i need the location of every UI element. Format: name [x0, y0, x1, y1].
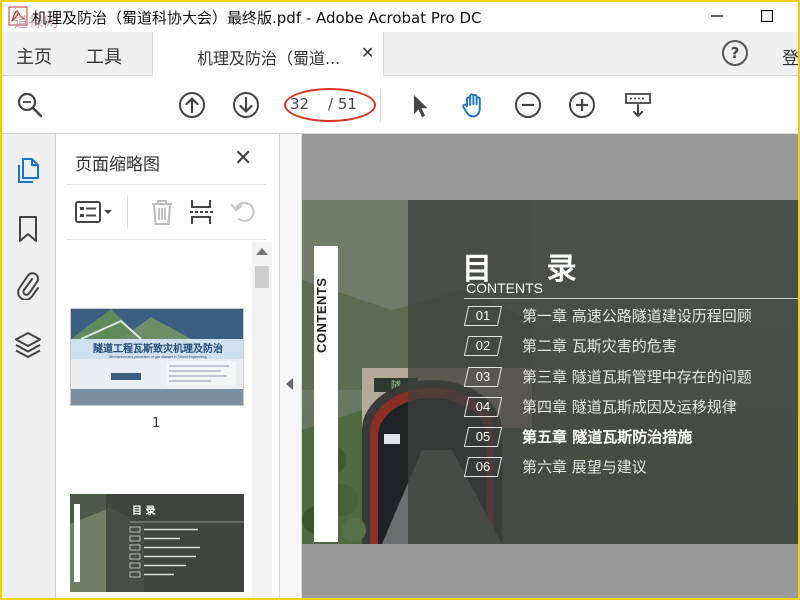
title-bar: 道禄网 机理及防治（蜀道科协大会）最终版.pdf - Adobe Acrobat… [2, 2, 798, 32]
page-thumbnails-icon[interactable] [14, 156, 42, 186]
search-icon[interactable] [16, 91, 44, 119]
page-thumbnail-1[interactable]: 隧道工程瓦斯致灾机理及防治 Mechanism and prevention o… [70, 308, 244, 406]
page-thumbnail-1-label: 1 [152, 416, 161, 431]
insert-page-icon[interactable] [188, 197, 216, 227]
toc-item: 02 第二章 瓦斯灾害的危害 [463, 334, 798, 358]
zoom-in-icon[interactable] [568, 91, 596, 119]
left-rail [2, 134, 56, 598]
toc-item: 04 第四章 隧道瓦斯成因及运移规律 [463, 395, 798, 419]
document-tab-label: 机理及防治（蜀道... [197, 49, 341, 68]
toc-number-box: 04 [463, 397, 503, 417]
toc-item-text: 第一章 高速公路隧道建设历程回顾 [522, 307, 752, 325]
thumbnail-options-icon[interactable] [74, 197, 114, 227]
document-view: 隧 CONTENTS 目 录 CONTENTS 01 第一章 高速公路隧道建设历… [302, 134, 798, 598]
close-tab-icon[interactable]: ✕ [361, 43, 374, 62]
thumbnail-scrollbar[interactable] [252, 242, 272, 598]
toc-number-box: 06 [463, 457, 503, 477]
page-2-preview: 目 录 [70, 494, 244, 592]
panel-toolbar [66, 184, 266, 240]
scroll-thumb[interactable] [255, 266, 269, 288]
page-1-title: 隧道工程瓦斯致灾机理及防治 [93, 342, 223, 355]
bookmark-icon[interactable] [14, 214, 42, 244]
home-menu[interactable]: 主页 [16, 43, 52, 69]
slide-subtitle: CONTENTS [466, 280, 543, 296]
select-cursor-icon[interactable] [406, 91, 434, 119]
page-2-title: 目 录 [132, 505, 155, 517]
zoom-out-icon[interactable] [514, 91, 542, 119]
panel-collapse-strip[interactable] [280, 134, 302, 598]
minimize-button[interactable] [702, 4, 732, 28]
hand-tool-icon[interactable] [460, 91, 488, 119]
maximize-icon [761, 10, 773, 22]
toc-number-box: 02 [463, 336, 503, 356]
toolbar: 32 / 51 [2, 76, 798, 134]
current-slide: 隧 CONTENTS 目 录 CONTENTS 01 第一章 高速公路隧道建设历… [302, 200, 798, 544]
close-panel-icon[interactable]: ✕ [234, 146, 252, 171]
rotate-icon[interactable] [230, 197, 258, 227]
toc-item: 06 第六章 展望与建议 [463, 455, 798, 479]
toc-item-text: 第四章 隧道瓦斯成因及运移规律 [522, 398, 737, 416]
sign-in-link[interactable]: 登 [782, 44, 798, 69]
toc-item-text: 第五章 隧道瓦斯防治措施 [522, 428, 693, 446]
scroll-up-arrow[interactable] [256, 248, 268, 255]
menu-bar: 主页 工具 机理及防治（蜀道... ✕ ? 登 [2, 32, 798, 76]
toc-number-box: 03 [463, 367, 503, 387]
window-title: 机理及防治（蜀道科协大会）最终版.pdf - Adobe Acrobat Pro… [32, 9, 482, 27]
document-tab[interactable]: 机理及防治（蜀道... ✕ [152, 32, 384, 76]
next-page-icon[interactable] [232, 91, 260, 119]
toc-item-text: 第二章 瓦斯灾害的危害 [522, 337, 677, 355]
panel-toolbar-divider [127, 195, 128, 229]
maximize-button[interactable] [752, 4, 782, 28]
attachment-icon[interactable] [14, 270, 42, 300]
toc-number-box: 05 [463, 427, 503, 447]
prev-page-icon[interactable] [178, 91, 206, 119]
vertical-contents-label: CONTENTS [314, 277, 329, 353]
toc-item-active: 05 第五章 隧道瓦斯防治措施 [463, 425, 798, 449]
collapse-arrow-icon[interactable] [286, 378, 293, 390]
layers-icon[interactable] [14, 330, 42, 360]
panel-title: 页面缩略图 [75, 155, 160, 175]
tools-menu[interactable]: 工具 [86, 43, 122, 69]
page-1-preview: 隧道工程瓦斯致灾机理及防治 Mechanism and prevention o… [71, 309, 243, 405]
thumbnail-panel: 页面缩略图 ✕ 隧道工程瓦斯致灾机理及防治 Mechanism and prev… [56, 134, 280, 598]
trash-icon[interactable] [148, 197, 176, 227]
title-underline [464, 298, 798, 299]
toc-item-text: 第六章 展望与建议 [522, 458, 647, 476]
toolbar-divider [380, 88, 381, 122]
thumbnail-list: 隧道工程瓦斯致灾机理及防治 Mechanism and prevention o… [56, 242, 252, 598]
toc-item: 01 第一章 高速公路隧道建设历程回顾 [463, 304, 798, 328]
toc-number-box: 01 [463, 306, 503, 326]
help-icon[interactable]: ? [722, 40, 748, 66]
app-window: 道禄网 机理及防治（蜀道科协大会）最终版.pdf - Adobe Acrobat… [2, 2, 798, 598]
page-thumbnail-2[interactable]: 目 录 [70, 494, 244, 592]
minimize-icon [711, 15, 723, 17]
keyboard-tool-icon[interactable] [624, 91, 652, 119]
page-1-subtitle: Mechanism and prevention of gas disaster… [109, 355, 207, 359]
toc-item: 03 第三章 隧道瓦斯管理中存在的问题 [463, 365, 798, 389]
toc-item-text: 第三章 隧道瓦斯管理中存在的问题 [522, 368, 752, 386]
red-annotation-ellipse [284, 88, 376, 122]
